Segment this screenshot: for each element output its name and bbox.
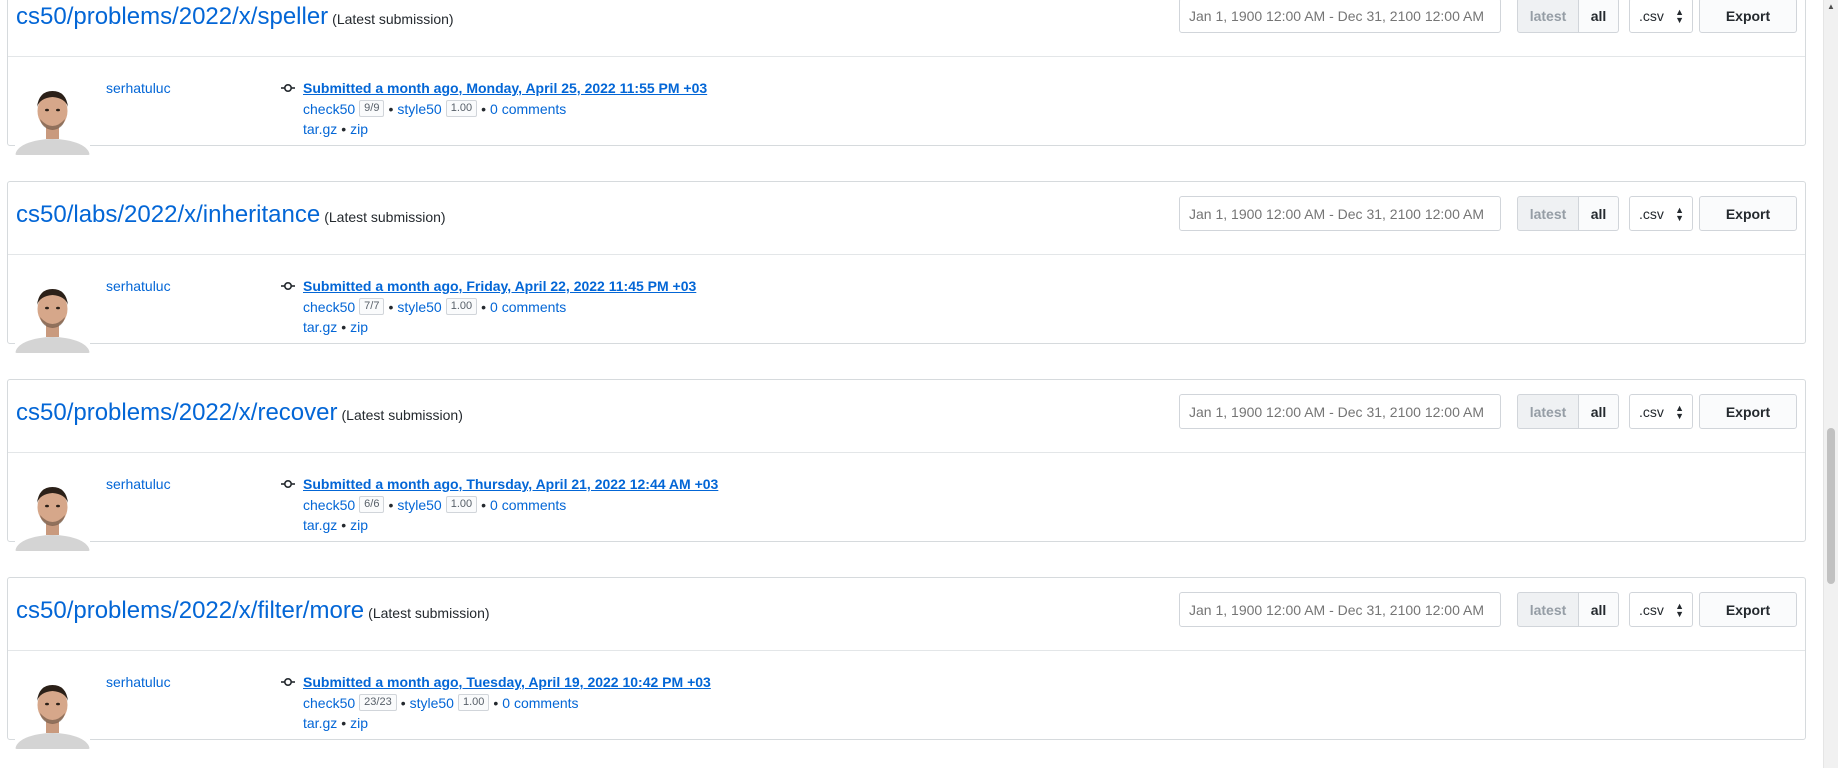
username-link[interactable]: serhatuluc xyxy=(106,80,171,96)
all-button[interactable]: all xyxy=(1579,196,1619,231)
submission-card-header: cs50/problems/2022/x/speller (Latest subm… xyxy=(8,0,1805,57)
submitted-link[interactable]: Submitted a month ago, Tuesday, April 19… xyxy=(303,674,711,690)
export-button[interactable]: Export xyxy=(1699,196,1797,231)
check50-link[interactable]: check50 xyxy=(303,101,355,117)
download-links: tar.gz • zip xyxy=(303,715,369,731)
select-arrows-icon: ▲ ▼ xyxy=(1675,403,1684,421)
check50-link[interactable]: check50 xyxy=(303,299,355,315)
submission-card-header: cs50/problems/2022/x/filter/more (Latest … xyxy=(8,578,1805,651)
targz-link[interactable]: tar.gz xyxy=(303,319,337,335)
format-select[interactable]: .csv ▲ ▼ xyxy=(1629,592,1693,627)
zip-link[interactable]: zip xyxy=(350,319,368,335)
check50-score-badge: 9/9 xyxy=(359,100,385,117)
latest-submission-note: (Latest submission) xyxy=(368,605,490,621)
submission-card-header: cs50/labs/2022/x/inheritance (Latest subm… xyxy=(8,182,1805,255)
date-range-input[interactable] xyxy=(1179,394,1501,429)
style50-link[interactable]: style50 xyxy=(397,101,441,117)
all-button[interactable]: all xyxy=(1579,592,1619,627)
check50-link[interactable]: check50 xyxy=(303,695,355,711)
check50-link[interactable]: check50 xyxy=(303,497,355,513)
problem-slug-link[interactable]: cs50/labs/2022/x/inheritance (Latest subm… xyxy=(16,201,446,229)
select-arrows-icon: ▲ ▼ xyxy=(1675,205,1684,223)
check-results: check50 9/9 • style50 1.00 • 0 comments xyxy=(303,100,567,117)
latest-submission-note: (Latest submission) xyxy=(324,209,446,225)
username-link[interactable]: serhatuluc xyxy=(106,476,171,492)
avatar xyxy=(15,677,90,749)
all-button[interactable]: all xyxy=(1579,0,1619,33)
comments-link[interactable]: 0 comments xyxy=(490,497,566,513)
zip-link[interactable]: zip xyxy=(350,517,368,533)
style50-link[interactable]: style50 xyxy=(397,299,441,315)
latest-all-toggle: latest all xyxy=(1517,0,1619,33)
zip-link[interactable]: zip xyxy=(350,715,368,731)
submission-card: cs50/problems/2022/x/speller (Latest subm… xyxy=(7,0,1806,155)
select-arrows-icon: ▲ ▼ xyxy=(1675,601,1684,619)
style50-score-badge: 1.00 xyxy=(457,694,490,711)
commit-icon xyxy=(281,477,295,496)
style50-link[interactable]: style50 xyxy=(397,497,441,513)
scroll-up-arrow-icon[interactable]: ▲ xyxy=(1827,2,1835,11)
all-button[interactable]: all xyxy=(1579,394,1619,429)
latest-button[interactable]: latest xyxy=(1517,196,1579,231)
commit-icon xyxy=(281,279,295,298)
comments-link[interactable]: 0 comments xyxy=(490,101,566,117)
submitted-link[interactable]: Submitted a month ago, Friday, April 22,… xyxy=(303,278,696,294)
download-links: tar.gz • zip xyxy=(303,319,369,335)
download-links: tar.gz • zip xyxy=(303,121,369,137)
problem-slug-link[interactable]: cs50/problems/2022/x/speller (Latest subm… xyxy=(16,3,454,31)
submitted-link[interactable]: Submitted a month ago, Monday, April 25,… xyxy=(303,80,707,96)
style50-score-badge: 1.00 xyxy=(445,298,478,315)
style50-link[interactable]: style50 xyxy=(410,695,454,711)
date-range-input[interactable] xyxy=(1179,592,1501,627)
latest-submission-note: (Latest submission) xyxy=(332,11,454,27)
submission-card: cs50/problems/2022/x/recover (Latest subm… xyxy=(7,379,1806,551)
submission-card-header: cs50/problems/2022/x/recover (Latest subm… xyxy=(8,380,1805,453)
targz-link[interactable]: tar.gz xyxy=(303,121,337,137)
comments-link[interactable]: 0 comments xyxy=(502,695,578,711)
submitted-link[interactable]: Submitted a month ago, Thursday, April 2… xyxy=(303,476,718,492)
submission-card: cs50/labs/2022/x/inheritance (Latest subm… xyxy=(7,181,1806,353)
problem-slug-link[interactable]: cs50/problems/2022/x/recover (Latest subm… xyxy=(16,399,463,427)
latest-button[interactable]: latest xyxy=(1517,0,1579,33)
download-links: tar.gz • zip xyxy=(303,517,369,533)
latest-all-toggle: latest all xyxy=(1517,592,1619,627)
avatar xyxy=(15,479,90,551)
export-button[interactable]: Export xyxy=(1699,0,1797,33)
check50-score-badge: 6/6 xyxy=(359,496,385,513)
check-results: check50 6/6 • style50 1.00 • 0 comments xyxy=(303,496,567,513)
latest-button[interactable]: latest xyxy=(1517,592,1579,627)
style50-score-badge: 1.00 xyxy=(445,496,478,513)
commit-icon xyxy=(281,81,295,100)
targz-link[interactable]: tar.gz xyxy=(303,715,337,731)
vertical-scrollbar[interactable]: ▲ xyxy=(1823,0,1838,768)
select-arrows-icon: ▲ ▼ xyxy=(1675,7,1684,25)
commit-icon xyxy=(281,675,295,694)
latest-all-toggle: latest all xyxy=(1517,196,1619,231)
scrollbar-thumb[interactable] xyxy=(1827,428,1835,584)
latest-button[interactable]: latest xyxy=(1517,394,1579,429)
latest-all-toggle: latest all xyxy=(1517,394,1619,429)
check-results: check50 23/23 • style50 1.00 • 0 comments xyxy=(303,694,579,711)
format-select[interactable]: .csv ▲ ▼ xyxy=(1629,196,1693,231)
comments-link[interactable]: 0 comments xyxy=(490,299,566,315)
submission-card: cs50/problems/2022/x/filter/more (Latest … xyxy=(7,577,1806,749)
style50-score-badge: 1.00 xyxy=(445,100,478,117)
zip-link[interactable]: zip xyxy=(350,121,368,137)
format-select[interactable]: .csv ▲ ▼ xyxy=(1629,0,1693,33)
username-link[interactable]: serhatuluc xyxy=(106,674,171,690)
avatar xyxy=(15,83,90,155)
date-range-input[interactable] xyxy=(1179,196,1501,231)
export-button[interactable]: Export xyxy=(1699,394,1797,429)
check50-score-badge: 7/7 xyxy=(359,298,385,315)
format-select[interactable]: .csv ▲ ▼ xyxy=(1629,394,1693,429)
export-button[interactable]: Export xyxy=(1699,592,1797,627)
problem-slug-link[interactable]: cs50/problems/2022/x/filter/more (Latest … xyxy=(16,597,490,625)
date-range-input[interactable] xyxy=(1179,0,1501,33)
check50-score-badge: 23/23 xyxy=(359,694,397,711)
check-results: check50 7/7 • style50 1.00 • 0 comments xyxy=(303,298,567,315)
latest-submission-note: (Latest submission) xyxy=(341,407,463,423)
username-link[interactable]: serhatuluc xyxy=(106,278,171,294)
avatar xyxy=(15,281,90,353)
targz-link[interactable]: tar.gz xyxy=(303,517,337,533)
